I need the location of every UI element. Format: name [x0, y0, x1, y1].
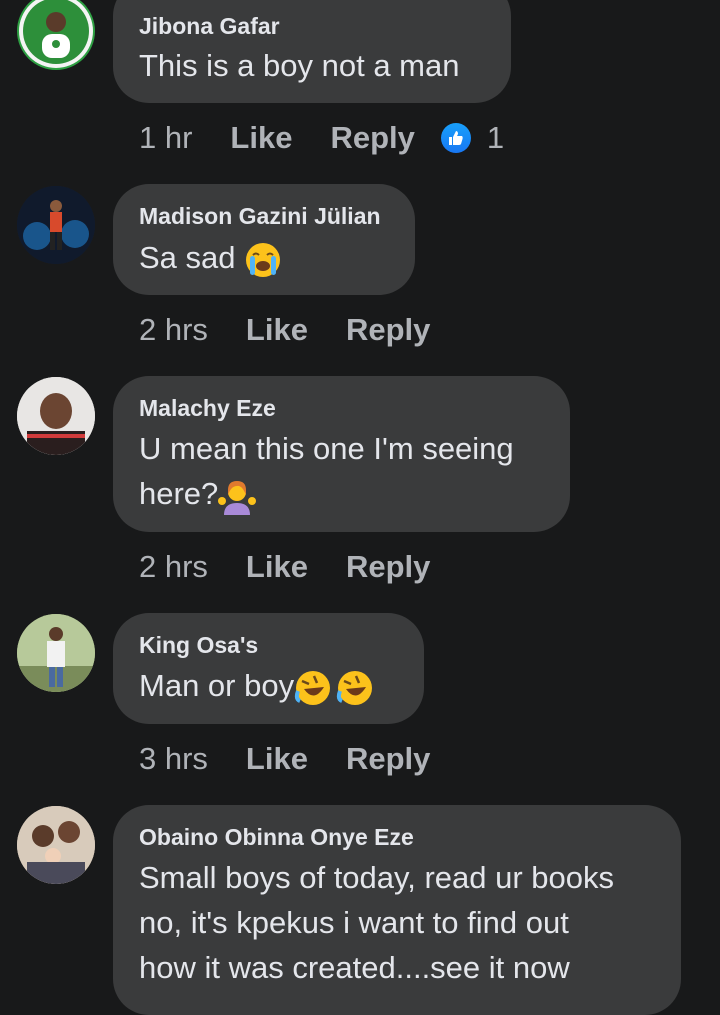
like-button[interactable]: Like [230, 120, 292, 156]
comment-actions: 2 hrs Like Reply [139, 310, 468, 350]
comment-text: Sa sad [139, 235, 282, 280]
comment-text-line: Man or boy [139, 668, 295, 703]
comment-text: U mean this one I'm seeing [139, 431, 514, 466]
like-button[interactable]: Like [246, 741, 308, 777]
comment-text-line: Sa sad [139, 240, 236, 275]
like-button[interactable]: Like [246, 312, 308, 348]
person-shrugging-icon [218, 480, 257, 515]
like-button[interactable]: Like [246, 549, 308, 585]
comment-timestamp[interactable]: 3 hrs [139, 741, 208, 777]
comment-bubble: Madison Gazini Jülian Sa sad [113, 184, 415, 295]
thumbs-up-icon [440, 123, 471, 153]
loudly-crying-face-icon [246, 242, 281, 277]
comment-text: Small boys of today, read ur books [139, 860, 615, 895]
comment-author[interactable]: Jibona Gafar [139, 13, 280, 40]
avatar[interactable] [17, 377, 95, 455]
comment-actions: 1 hr Like Reply 1 [139, 118, 504, 158]
profile-photo-icon [17, 186, 95, 264]
comment-timestamp[interactable]: 2 hrs [139, 549, 208, 585]
reply-button[interactable]: Reply [346, 312, 430, 348]
comment-text: Man or boy [139, 663, 374, 708]
avatar[interactable] [17, 0, 95, 70]
comment-text-line: here? [139, 476, 219, 511]
comment-actions: 3 hrs Like Reply [139, 739, 468, 779]
rolling-laughing-face-icon [336, 670, 373, 705]
comment-author[interactable]: King Osa's [139, 632, 258, 659]
comment-author[interactable]: Obaino Obinna Onye Eze [139, 824, 414, 851]
comment-author[interactable]: Madison Gazini Jülian [139, 203, 381, 230]
comment-bubble: King Osa's Man or boy [113, 613, 424, 724]
comment-bubble: Malachy Eze U mean this one I'm seeing h… [113, 376, 570, 532]
comment-actions: 2 hrs Like Reply [139, 547, 468, 587]
rolling-laughing-face-icon [294, 670, 331, 705]
reaction-count: 1 [486, 120, 505, 155]
reply-button[interactable]: Reply [346, 741, 430, 777]
comment-author[interactable]: Malachy Eze [139, 395, 276, 422]
reply-button[interactable]: Reply [330, 120, 414, 156]
avatar[interactable] [17, 186, 95, 264]
comment-timestamp[interactable]: 1 hr [139, 120, 192, 156]
comment-bubble: Obaino Obinna Onye Eze Small boys of tod… [113, 805, 681, 1015]
profile-photo-icon [19, 0, 93, 68]
profile-photo-icon [17, 377, 95, 455]
avatar[interactable] [17, 614, 95, 692]
reaction-summary[interactable]: 1 [440, 120, 505, 156]
comment-text: here? [139, 471, 257, 516]
avatar[interactable] [17, 806, 95, 884]
reply-button[interactable]: Reply [346, 549, 430, 585]
profile-photo-icon [17, 806, 95, 884]
comment-text: no, it's kpekus i want to find out [139, 905, 569, 940]
comment-text: how it was created....see it now [139, 950, 570, 985]
comment-timestamp[interactable]: 2 hrs [139, 312, 208, 348]
comment-bubble: Jibona Gafar This is a boy not a man [113, 0, 511, 103]
comment-text: This is a boy not a man [139, 48, 460, 83]
profile-photo-icon [17, 614, 95, 692]
